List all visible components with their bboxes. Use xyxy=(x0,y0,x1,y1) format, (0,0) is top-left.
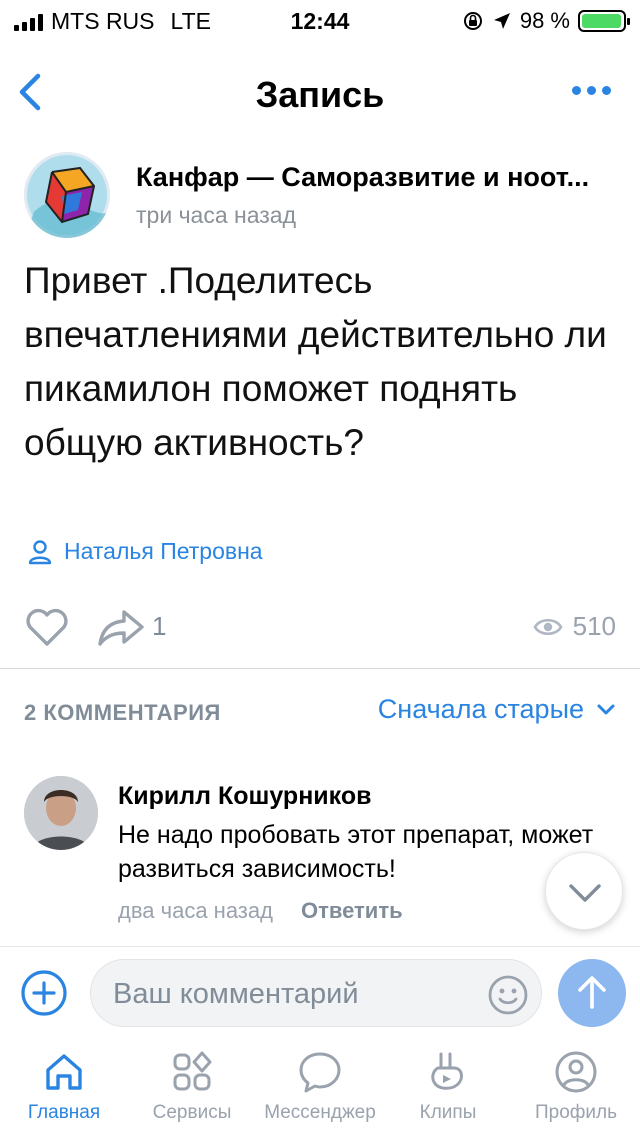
tab-messenger[interactable]: Мессенджер xyxy=(256,1048,384,1136)
user-icon xyxy=(28,539,52,564)
post-signer[interactable]: Наталья Петровна xyxy=(28,538,263,565)
tab-services[interactable]: Сервисы xyxy=(128,1048,256,1136)
page-title: Запись xyxy=(255,74,385,115)
tab-label: Мессенджер xyxy=(264,1102,376,1123)
comment-item: Кирилл Кошурников Не надо пробовать этот… xyxy=(24,774,624,934)
comment-time: два часа назад xyxy=(118,898,273,923)
status-right: 98 % xyxy=(462,8,630,34)
send-button[interactable] xyxy=(558,959,626,1027)
services-icon xyxy=(173,1051,212,1091)
tab-label: Клипы xyxy=(419,1102,477,1123)
signer-name: Наталья Петровна xyxy=(64,538,263,564)
comment-input[interactable]: Ваш комментарий xyxy=(90,959,542,1027)
post-text: Привет .Поделитесь впечатлениями действи… xyxy=(24,260,607,463)
post-author[interactable]: Канфар — Саморазвитие и ноот... xyxy=(136,162,628,193)
smile-icon[interactable] xyxy=(487,974,529,1016)
nav-bar: Запись xyxy=(0,40,640,144)
divider xyxy=(0,668,640,669)
tab-label: Профиль xyxy=(534,1102,618,1123)
home-icon xyxy=(46,1054,82,1090)
clips-icon xyxy=(431,1052,463,1090)
add-attachment-icon[interactable] xyxy=(20,969,68,1017)
location-arrow-icon xyxy=(493,13,510,29)
messenger-icon xyxy=(299,1052,341,1093)
profile-icon xyxy=(555,1051,597,1093)
status-bar: MTS RUS LTE 12:44 98 % xyxy=(0,0,640,40)
more-options-icon[interactable] xyxy=(572,86,612,100)
tab-label: Сервисы xyxy=(152,1102,232,1123)
cube-logo-icon xyxy=(24,152,110,238)
sort-dropdown[interactable]: Сначала старые xyxy=(378,694,616,725)
views-counter: 510 xyxy=(533,611,616,642)
comment-composer: Ваш комментарий xyxy=(0,946,640,1038)
comments-header: 2 КОММЕНТАРИЯ Сначала старые xyxy=(24,694,616,734)
sort-label: Сначала старые xyxy=(377,694,584,724)
avatar[interactable] xyxy=(24,776,98,850)
scroll-down-button[interactable] xyxy=(545,852,623,930)
orientation-lock-icon xyxy=(463,12,482,30)
tab-home[interactable]: Главная xyxy=(0,1048,128,1136)
tab-clips[interactable]: Клипы xyxy=(384,1048,512,1136)
tab-label: Главная xyxy=(27,1102,101,1123)
arrow-up-icon xyxy=(578,976,606,1009)
reply-button[interactable]: Ответить xyxy=(301,898,403,924)
group-avatar[interactable] xyxy=(24,152,110,238)
comment-placeholder: Ваш комментарий xyxy=(113,978,359,1010)
user-photo-icon xyxy=(24,776,98,850)
chevron-down-icon xyxy=(597,704,615,714)
comment-text: Не надо пробовать этот препарат, может р… xyxy=(118,821,594,883)
views-count: 510 xyxy=(572,611,616,641)
chevron-down-icon xyxy=(569,884,601,902)
battery-fill xyxy=(582,14,622,28)
post-header: Канфар — Саморазвитие и ноот... три часа… xyxy=(24,152,624,242)
tab-bar: Главная Сервисы Мессенджер Клипы Профиль xyxy=(0,1042,640,1136)
comments-count: 2 КОММЕНТАРИЯ xyxy=(24,700,221,725)
tab-profile[interactable]: Профиль xyxy=(512,1048,640,1136)
share-icon[interactable] xyxy=(96,606,146,648)
post-time: три часа назад xyxy=(136,202,297,228)
post-actions: 1 510 xyxy=(24,600,616,654)
comment-author[interactable]: Кирилл Кошурников xyxy=(118,782,371,811)
like-heart-icon[interactable] xyxy=(24,604,70,650)
eye-icon xyxy=(533,618,563,635)
battery-icon xyxy=(578,10,630,32)
share-count: 1 xyxy=(152,611,167,641)
comment-meta: два часа назад Ответить xyxy=(118,898,403,924)
battery-percent: 98 % xyxy=(519,8,570,33)
